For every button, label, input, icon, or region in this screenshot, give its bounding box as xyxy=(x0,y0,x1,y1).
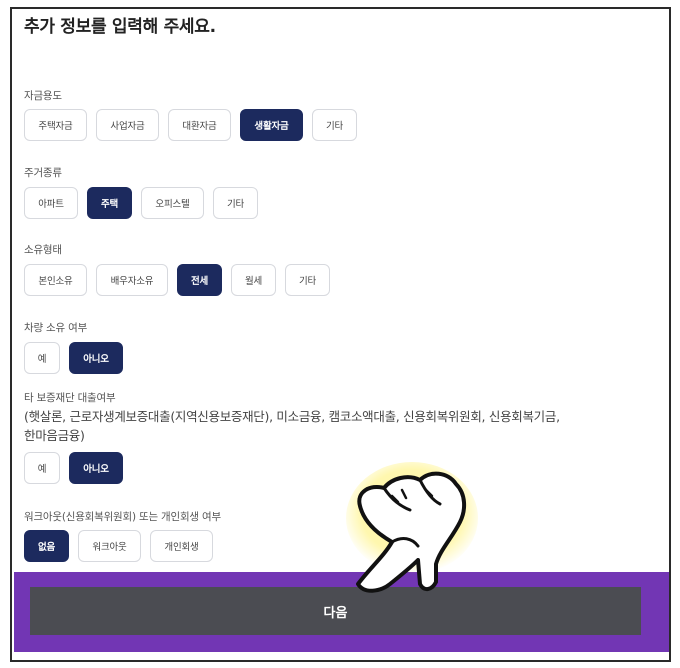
option-none[interactable]: 없음 xyxy=(24,530,69,562)
other-guarantee-options: 예 아니오 xyxy=(24,452,123,484)
option-apartment[interactable]: 아파트 xyxy=(24,187,78,219)
workout-options: 없음 워크아웃 개인회생 xyxy=(24,530,213,562)
option-refinance-fund[interactable]: 대환자금 xyxy=(168,109,231,141)
option-house[interactable]: 주택 xyxy=(87,187,132,219)
page-title: 추가 정보를 입력해 주세요. xyxy=(24,17,216,37)
housing-type-options: 아파트 주택 오피스텔 기타 xyxy=(24,187,258,219)
option-business-fund[interactable]: 사업자금 xyxy=(96,109,159,141)
section-label-workout: 워크아웃(신용회복위원회) 또는 개인회생 여부 xyxy=(24,511,221,523)
section-label-housing-type: 주거종류 xyxy=(24,167,62,179)
next-button[interactable]: 다음 xyxy=(30,587,641,635)
option-living-fund[interactable]: 생활자금 xyxy=(240,109,303,141)
option-guarantee-no[interactable]: 아니오 xyxy=(69,452,123,484)
option-self-owned[interactable]: 본인소유 xyxy=(24,264,87,296)
option-fund-other[interactable]: 기타 xyxy=(312,109,357,141)
section-label-ownership: 소유형태 xyxy=(24,244,62,256)
car-options: 예 아니오 xyxy=(24,342,123,374)
section-label-other-guarantee: 타 보증재단 대출여부 xyxy=(24,392,116,404)
option-monthly-rent[interactable]: 월세 xyxy=(231,264,276,296)
option-spouse-owned[interactable]: 배우자소유 xyxy=(96,264,168,296)
option-jeonse[interactable]: 전세 xyxy=(177,264,222,296)
option-housing-other[interactable]: 기타 xyxy=(213,187,258,219)
other-guarantee-note-line1: (햇살론, 근로자생계보증대출(지역신용보증재단), 미소금융, 캠코소액대출,… xyxy=(24,409,560,424)
other-guarantee-note-line2: 한마음금융) xyxy=(24,428,85,443)
option-ownership-other[interactable]: 기타 xyxy=(285,264,330,296)
pointing-hand-icon xyxy=(346,462,478,593)
option-workout[interactable]: 워크아웃 xyxy=(78,530,141,562)
ownership-options: 본인소유 배우자소유 전세 월세 기타 xyxy=(24,264,330,296)
section-label-fund-purpose: 자금용도 xyxy=(24,90,62,102)
option-officetel[interactable]: 오피스텔 xyxy=(141,187,204,219)
option-guarantee-yes[interactable]: 예 xyxy=(24,452,60,484)
option-car-no[interactable]: 아니오 xyxy=(69,342,123,374)
fund-purpose-options: 주택자금 사업자금 대환자금 생활자금 기타 xyxy=(24,109,357,141)
section-label-car: 차량 소유 여부 xyxy=(24,322,88,334)
option-personal-rehab[interactable]: 개인회생 xyxy=(150,530,213,562)
option-housing-fund[interactable]: 주택자금 xyxy=(24,109,87,141)
option-car-yes[interactable]: 예 xyxy=(24,342,60,374)
